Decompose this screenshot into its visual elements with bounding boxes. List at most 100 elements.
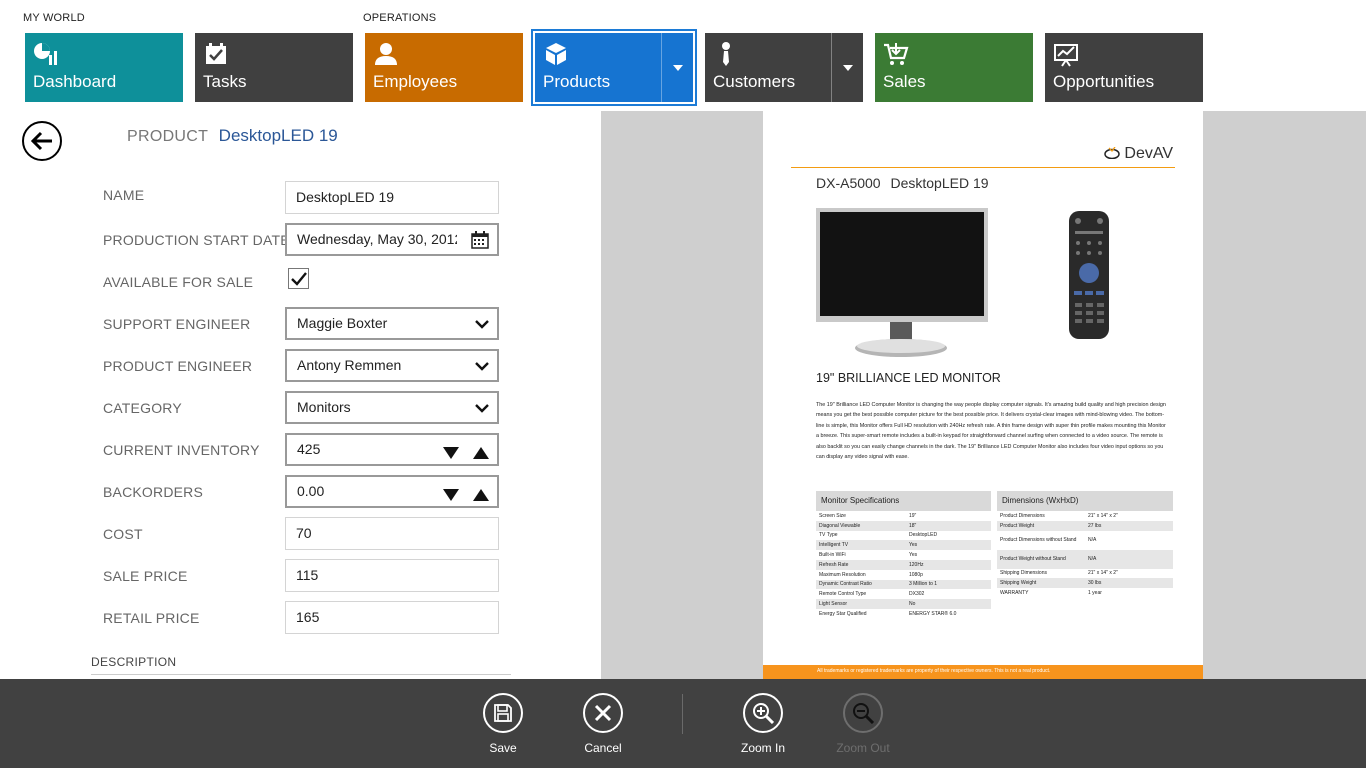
save-icon bbox=[494, 704, 512, 722]
save-button[interactable]: Save bbox=[463, 693, 543, 755]
spec-value: 1 year bbox=[1088, 590, 1102, 597]
tasks-icon bbox=[206, 43, 226, 64]
tile-customers[interactable]: Customers bbox=[705, 33, 863, 102]
cancel-button[interactable]: Cancel bbox=[563, 693, 643, 755]
chevron-down-icon bbox=[475, 320, 489, 329]
table-row: Product Dimensions 21" x 14" x 2" bbox=[997, 511, 1173, 521]
tile-sales[interactable]: Sales bbox=[875, 33, 1033, 102]
sheet-footer: All trademarks or registered trademarks … bbox=[763, 665, 1203, 679]
products-dropdown-button[interactable] bbox=[661, 33, 693, 102]
sheet-heading: 19" BRILLIANCE LED MONITOR bbox=[816, 371, 1001, 385]
zoom-out-icon bbox=[853, 703, 874, 724]
increment-icon[interactable] bbox=[473, 489, 489, 501]
page-product-name: DesktopLED 19 bbox=[218, 126, 338, 145]
inventory-stepper[interactable]: 425 bbox=[285, 433, 499, 466]
category-label: CATEGORY bbox=[103, 400, 182, 416]
increment-icon[interactable] bbox=[473, 447, 489, 459]
spec-name: Built-in WiFi bbox=[819, 552, 846, 559]
zoom-in-button[interactable]: Zoom In bbox=[723, 693, 803, 755]
spec-name: Product Dimensions bbox=[1000, 512, 1045, 519]
employees-icon bbox=[375, 43, 397, 65]
start-date-value: Wednesday, May 30, 2012 bbox=[297, 231, 457, 247]
products-icon bbox=[546, 43, 566, 65]
tile-tasks[interactable]: Tasks bbox=[195, 33, 353, 102]
start-date-field[interactable]: Wednesday, May 30, 2012 bbox=[285, 223, 499, 256]
start-date-label: PRODUCTION START DATE bbox=[103, 232, 290, 248]
monitor-image bbox=[816, 208, 988, 357]
spec-name: Intelligent TV bbox=[819, 542, 849, 549]
backorders-stepper[interactable]: 0.00 bbox=[285, 475, 499, 508]
customers-dropdown-button[interactable] bbox=[831, 33, 863, 102]
spec-value: 3 Million to 1 bbox=[909, 581, 938, 588]
cost-field[interactable]: 70 bbox=[285, 517, 499, 550]
retail-price-field[interactable]: 165 bbox=[285, 601, 499, 634]
table-row: Intelligent TV Yes bbox=[816, 540, 991, 551]
category-select[interactable]: Monitors bbox=[285, 391, 499, 424]
tile-dashboard[interactable]: Dashboard bbox=[25, 33, 183, 102]
tile-employees[interactable]: Employees bbox=[365, 33, 523, 102]
spec-value: No bbox=[909, 601, 916, 608]
calendar-icon[interactable] bbox=[471, 231, 489, 249]
name-field[interactable]: DesktopLED 19 bbox=[285, 181, 499, 214]
arrow-left-icon bbox=[30, 131, 52, 151]
group-label-operations: OPERATIONS bbox=[363, 12, 437, 24]
divider bbox=[791, 167, 1175, 168]
support-engineer-value: Maggie Boxter bbox=[297, 315, 388, 331]
page-title: PRODUCT DesktopLED 19 bbox=[127, 126, 338, 146]
tile-products[interactable]: Products bbox=[531, 29, 697, 106]
sheet-title: DX-A5000 DesktopLED 19 bbox=[816, 175, 989, 191]
spec-value: 21" x 14" x 2" bbox=[1088, 512, 1118, 519]
support-engineer-select[interactable]: Maggie Boxter bbox=[285, 307, 499, 340]
logo-text: DevAV bbox=[1124, 145, 1173, 162]
sale-price-field[interactable]: 115 bbox=[285, 559, 499, 592]
spec-value: N/A bbox=[1088, 556, 1097, 563]
product-engineer-select[interactable]: Antony Remmen bbox=[285, 349, 499, 382]
devav-logo: DevAV bbox=[1104, 145, 1173, 163]
decrement-icon[interactable] bbox=[443, 447, 459, 459]
table-row: Energy Star Qualified ENERGY STAR® 6.0 bbox=[816, 609, 991, 619]
tile-label: Sales bbox=[883, 72, 926, 91]
app-bar-separator bbox=[682, 694, 683, 734]
cost-value: 70 bbox=[296, 525, 312, 541]
table-row: Refresh Rate 120Hz bbox=[816, 559, 991, 570]
customers-icon bbox=[722, 42, 730, 66]
available-checkbox[interactable] bbox=[288, 268, 309, 289]
zoom-in-label: Zoom In bbox=[740, 741, 785, 755]
table-row: WARRANTY 1 year bbox=[997, 588, 1173, 598]
spec-value: ENERGY STAR® 6.0 bbox=[909, 610, 957, 617]
name-label: NAME bbox=[103, 187, 145, 203]
product-sheet: DevAV DX-A5000 DesktopLED 19 19" BRILLIA… bbox=[763, 111, 1203, 679]
tile-opportunities[interactable]: Opportunities bbox=[1045, 33, 1203, 102]
cancel-label: Cancel bbox=[584, 741, 622, 755]
sale-price-label: SALE PRICE bbox=[103, 568, 188, 584]
product-engineer-value: Antony Remmen bbox=[297, 357, 402, 373]
product-engineer-label: PRODUCT ENGINEER bbox=[103, 358, 253, 374]
spec-name: WARRANTY bbox=[1000, 590, 1029, 597]
spec-value: 19" bbox=[909, 512, 917, 519]
zoom-out-button[interactable]: Zoom Out bbox=[823, 693, 903, 755]
inventory-value: 425 bbox=[297, 441, 321, 457]
spec-value: DX302 bbox=[909, 591, 925, 598]
spec-name: Product Weight bbox=[1000, 522, 1035, 529]
app-bar bbox=[0, 679, 1366, 768]
table-row: Product Dimensions without Stand N/A bbox=[997, 531, 1173, 550]
table-row: Product Weight 27 lbs bbox=[997, 520, 1173, 531]
tile-label: Employees bbox=[373, 72, 458, 91]
name-value: DesktopLED 19 bbox=[296, 189, 395, 205]
retail-price-label: RETAIL PRICE bbox=[103, 610, 200, 626]
save-label: Save bbox=[489, 741, 517, 755]
spec-value: 120Hz bbox=[909, 561, 924, 568]
table-row: Screen Size 19" bbox=[816, 511, 991, 521]
category-value: Monitors bbox=[297, 399, 351, 415]
sales-icon bbox=[884, 43, 909, 65]
close-icon bbox=[594, 704, 612, 722]
backorders-value: 0.00 bbox=[297, 483, 325, 499]
decrement-icon[interactable] bbox=[443, 489, 459, 501]
spec-name: Product Weight without Stand bbox=[1000, 556, 1066, 563]
dimensions-table: Dimensions (WxHxD) Product Dimensions 21"… bbox=[997, 491, 1173, 598]
table-row: Product Weight without Stand N/A bbox=[997, 549, 1173, 569]
back-button[interactable] bbox=[22, 121, 62, 161]
spec-table: Monitor Specifications Screen Size 19" Dia… bbox=[816, 491, 991, 619]
tile-label: Dashboard bbox=[33, 72, 117, 91]
spec-name: TV Type bbox=[819, 532, 838, 539]
